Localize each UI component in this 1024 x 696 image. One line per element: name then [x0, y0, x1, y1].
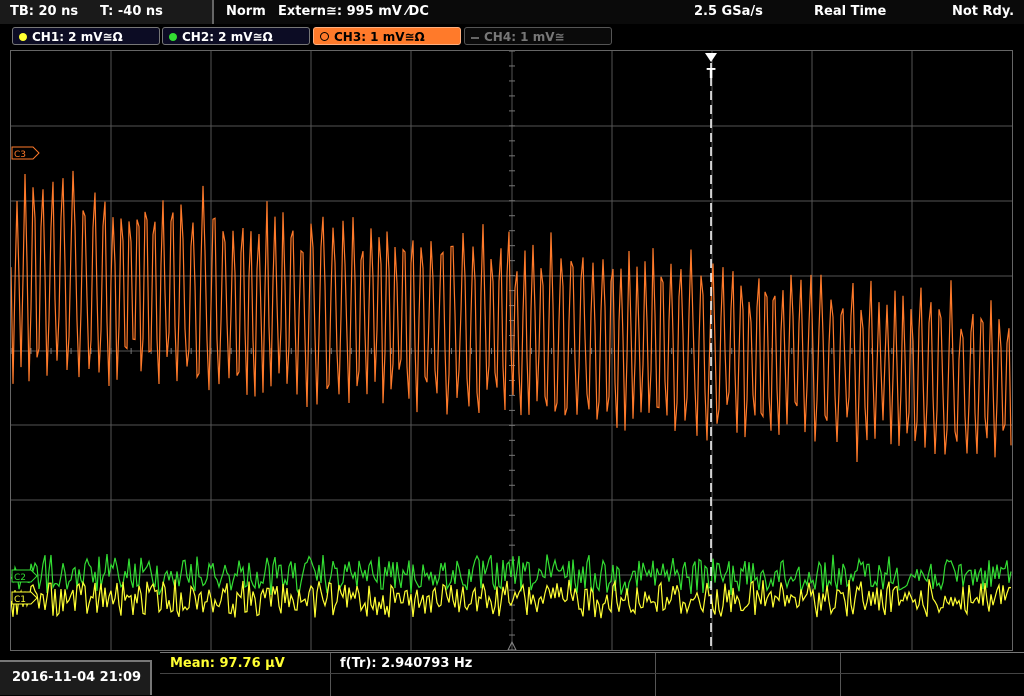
waveform-trace	[11, 579, 1012, 619]
trigger-marker-label: T	[707, 67, 716, 82]
ch1-dot-icon	[19, 32, 27, 41]
sample-rate[interactable]: 2.5 GSa/s	[694, 0, 763, 24]
date-time: 2016-11-04 21:09	[12, 670, 142, 685]
date-time-box: 2016-11-04 21:09	[0, 660, 152, 695]
ch3-waveform	[11, 170, 1012, 463]
channel-bar: CH1: 2 mV≅Ω CH2: 2 mV≅Ω CH3: 1 mV≅Ω CH4:…	[0, 24, 1024, 48]
timebase-box[interactable]: TB: 20 ns T: -40 ns	[0, 0, 214, 24]
ch2-offset-label: C2	[14, 573, 26, 583]
ch1-offset-marker[interactable]: C1	[11, 591, 38, 605]
acquisition-state: Not Rdy.	[952, 4, 1015, 19]
trigger-position-icon[interactable]	[705, 53, 717, 62]
ch3-label: CH3: 1 mV≅Ω	[334, 30, 425, 44]
trigger-mode[interactable]: Norm	[226, 0, 266, 24]
ch1-offset-label: C1	[14, 595, 26, 605]
timebase-readout[interactable]: TB: 20 ns	[10, 0, 78, 24]
tab-ch2[interactable]: CH2: 2 mV≅Ω	[162, 27, 310, 45]
ch2-label: CH2: 2 mV≅Ω	[182, 30, 273, 44]
acquisition-mode[interactable]: Real Time	[814, 0, 886, 24]
ch3-offset-marker[interactable]: C3	[11, 146, 40, 160]
ch1-waveform	[11, 579, 1012, 619]
ch4-off-icon	[471, 36, 479, 39]
tab-ch1[interactable]: CH1: 2 mV≅Ω	[12, 27, 160, 45]
frequency-measurement[interactable]: f(Tr): 2.940793 Hz	[340, 656, 472, 671]
mean-measurement[interactable]: Mean: 97.76 µV	[170, 656, 285, 671]
ch3-offset-label: C3	[14, 150, 26, 160]
ch2-dot-icon	[169, 32, 177, 41]
status-bar: TB: 20 ns T: -40 ns Norm Extern≅: 995 mV…	[0, 0, 1024, 24]
waveform-display[interactable]: T C3 C2 C1	[10, 50, 1013, 651]
tab-ch4[interactable]: CH4: 1 mV≅	[464, 27, 612, 45]
waveform-canvas[interactable]: T C3 C2 C1	[11, 51, 1012, 650]
ch2-offset-marker[interactable]: C2	[11, 569, 38, 583]
ch4-label: CH4: 1 mV≅	[484, 30, 565, 44]
measurement-panel[interactable]: Mean: 97.76 µV f(Tr): 2.940793 Hz	[160, 652, 1024, 696]
waveform-trace	[11, 170, 1012, 463]
trigger-source[interactable]: Extern≅: 995 mV ⁄DC	[278, 0, 429, 24]
ch1-label: CH1: 2 mV≅Ω	[32, 30, 123, 44]
tab-ch3[interactable]: CH3: 1 mV≅Ω	[313, 27, 461, 45]
ch3-dot-icon	[320, 32, 329, 41]
trigger-time-readout[interactable]: T: -40 ns	[100, 0, 163, 24]
